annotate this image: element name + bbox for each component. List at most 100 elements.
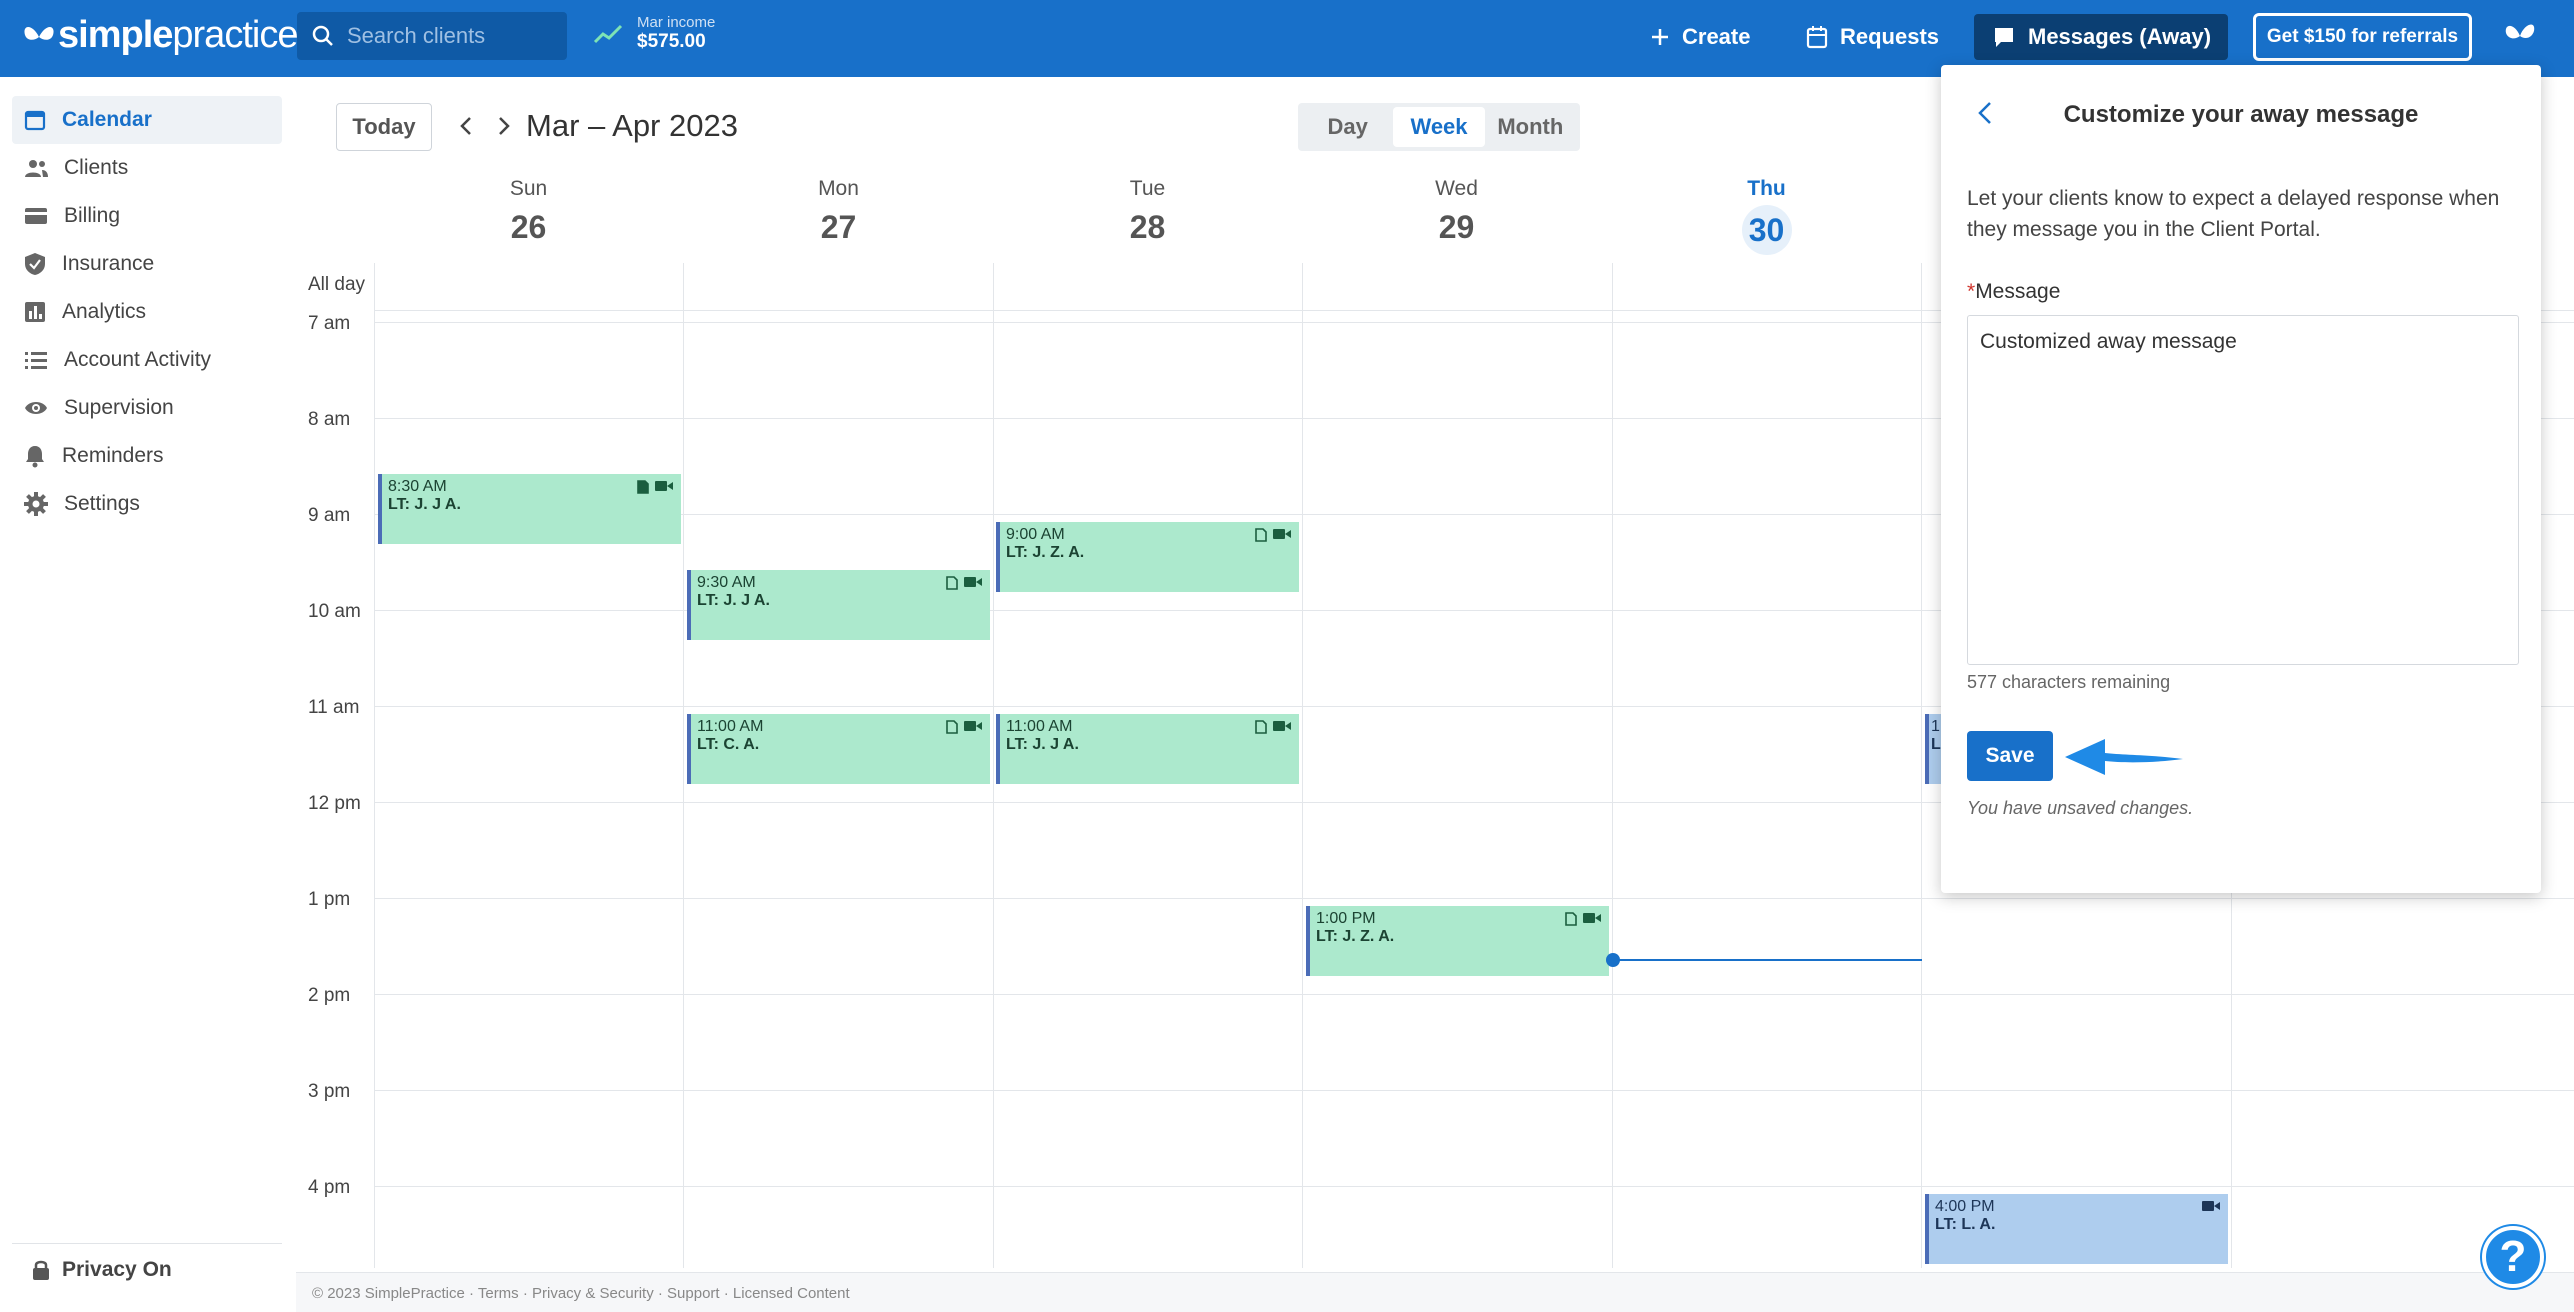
messages-label: Messages (Away) <box>2028 24 2212 49</box>
sidebar-item-calendar[interactable]: Calendar <box>12 96 282 144</box>
income-value: $575.00 <box>637 31 706 52</box>
hour-label: 4 pm <box>308 1177 351 1198</box>
day-name: Thu <box>1747 177 1786 200</box>
day-header-wed: Wed 29 <box>1302 177 1611 246</box>
hour-line <box>374 1186 2574 1187</box>
unsaved-changes-note: You have unsaved changes. <box>1967 798 2194 818</box>
appointment-event[interactable]: 4:00 PM LT: L. A. <box>1925 1194 2228 1264</box>
panel-title: Customize your away message <box>2063 101 2419 128</box>
appointment-event[interactable]: 9:00 AM LT: J. Z. A. <box>996 522 1299 592</box>
day-number[interactable]: 27 <box>684 209 993 246</box>
requests-label: Requests <box>1840 24 1940 49</box>
day-name: Mon <box>818 177 859 200</box>
sidebar-item-supervision[interactable]: Supervision <box>12 384 282 432</box>
hour-label: 10 am <box>308 601 361 622</box>
appointment-event[interactable]: 9:30 AM LT: J. J A. <box>687 570 990 640</box>
sidebar-item-label: Supervision <box>64 396 174 419</box>
day-number[interactable]: 26 <box>374 209 683 246</box>
logo-text-bold: simple <box>58 14 173 56</box>
search-box[interactable] <box>297 12 567 60</box>
sidebar-item-settings[interactable]: Settings <box>12 480 282 528</box>
appointment-event[interactable]: 1:00 PM LT: J. Z. A. <box>1306 906 1609 976</box>
lock-icon <box>33 1260 49 1280</box>
appointment-event[interactable]: 11:00 AM LT: C. A. <box>687 714 990 784</box>
today-button[interactable]: Today <box>336 103 432 151</box>
day-number-today[interactable]: 30 <box>1741 205 1792 255</box>
day-number[interactable]: 28 <box>993 209 1302 246</box>
butterfly-icon[interactable] <box>2502 18 2538 48</box>
create-button[interactable]: Create <box>1650 14 1750 60</box>
monthly-income[interactable]: Mar income $575.00 <box>593 14 715 53</box>
appointment-event-partial[interactable]: 1 L <box>1925 714 1941 784</box>
message-textarea[interactable]: Customized away message <box>1967 315 2519 665</box>
view-day-button[interactable]: Day <box>1302 107 1393 147</box>
event-client: LT: J. Z. A. <box>1006 544 1085 561</box>
event-client: LT: J. J A. <box>388 496 461 513</box>
required-marker: * <box>1967 280 1976 303</box>
current-time-line <box>1612 959 1922 961</box>
shield-icon <box>25 253 45 275</box>
logo-text-light: practice <box>172 14 298 56</box>
event-client: LT: J. J A. <box>697 592 770 609</box>
sidebar-item-label: Calendar <box>62 108 152 131</box>
trend-up-icon <box>593 24 623 43</box>
prev-week-button[interactable] <box>454 113 478 139</box>
next-week-button[interactable] <box>492 113 516 139</box>
messages-away-button[interactable]: Messages (Away) <box>1974 14 2228 60</box>
note-icon <box>1255 528 1267 542</box>
hour-line <box>374 1090 2574 1091</box>
sidebar-item-analytics[interactable]: Analytics <box>12 288 282 336</box>
panel-description: Let your clients know to expect a delaye… <box>1967 187 2500 241</box>
note-icon <box>1255 720 1267 734</box>
event-time: 11:00 AM <box>697 718 764 735</box>
calendar-request-icon <box>1806 26 1828 49</box>
event-client: LT: C. A. <box>697 736 760 753</box>
event-time: 4:00 PM <box>1935 1198 1995 1215</box>
event-time: 9:00 AM <box>1006 526 1065 543</box>
day-name: Wed <box>1435 177 1478 200</box>
note-icon <box>637 480 649 494</box>
referral-button[interactable]: Get $150 for referrals <box>2253 13 2472 61</box>
grid-column-line <box>374 263 375 1268</box>
event-time: 8:30 AM <box>388 478 447 495</box>
appointment-event[interactable]: 11:00 AM LT: J. J A. <box>996 714 1299 784</box>
appointment-event[interactable]: 8:30 AM LT: J. J A. <box>378 474 681 544</box>
grid-column-line <box>993 263 994 1268</box>
requests-button[interactable]: Requests <box>1806 14 1939 60</box>
save-button[interactable]: Save <box>1967 731 2053 781</box>
message-label-text: Message <box>1975 280 2061 303</box>
hour-label: 2 pm <box>308 985 351 1006</box>
privacy-toggle[interactable]: Privacy On <box>12 1243 282 1282</box>
calendar-icon <box>24 110 46 131</box>
sidebar-item-clients[interactable]: Clients <box>12 144 282 192</box>
view-month-button[interactable]: Month <box>1485 107 1576 147</box>
sidebar-item-label: Analytics <box>62 300 147 323</box>
day-number[interactable]: 29 <box>1302 209 1611 246</box>
butterfly-logo-icon <box>24 26 54 40</box>
event-time: 1:00 PM <box>1316 910 1376 927</box>
income-label: Mar income <box>637 14 716 31</box>
event-time: 1 <box>1931 718 1940 735</box>
video-icon <box>655 481 673 491</box>
hour-label: 1 pm <box>308 889 351 910</box>
chat-bubble-icon <box>1995 28 2013 47</box>
eye-icon <box>25 402 47 414</box>
search-input[interactable] <box>347 23 557 49</box>
sidebar-item-reminders[interactable]: Reminders <box>12 432 282 480</box>
simplepractice-logo[interactable]: simple practice <box>22 14 298 57</box>
hour-label: 8 am <box>308 409 351 430</box>
people-icon <box>25 160 48 177</box>
sidebar: Calendar Clients Billing Insurance Analy… <box>0 77 296 1312</box>
event-time: 9:30 AM <box>697 574 756 591</box>
hour-line <box>374 898 2574 899</box>
sidebar-item-insurance[interactable]: Insurance <box>12 240 282 288</box>
privacy-label: Privacy On <box>62 1258 172 1281</box>
sidebar-item-account-activity[interactable]: Account Activity <box>12 336 282 384</box>
help-button[interactable]: ? <box>2482 1226 2544 1288</box>
view-week-button[interactable]: Week <box>1393 107 1485 147</box>
grid-column-line <box>1612 263 1613 1268</box>
list-icon <box>25 352 47 369</box>
sidebar-item-billing[interactable]: Billing <box>12 192 282 240</box>
hour-line <box>374 994 2574 995</box>
video-icon <box>1273 721 1291 731</box>
